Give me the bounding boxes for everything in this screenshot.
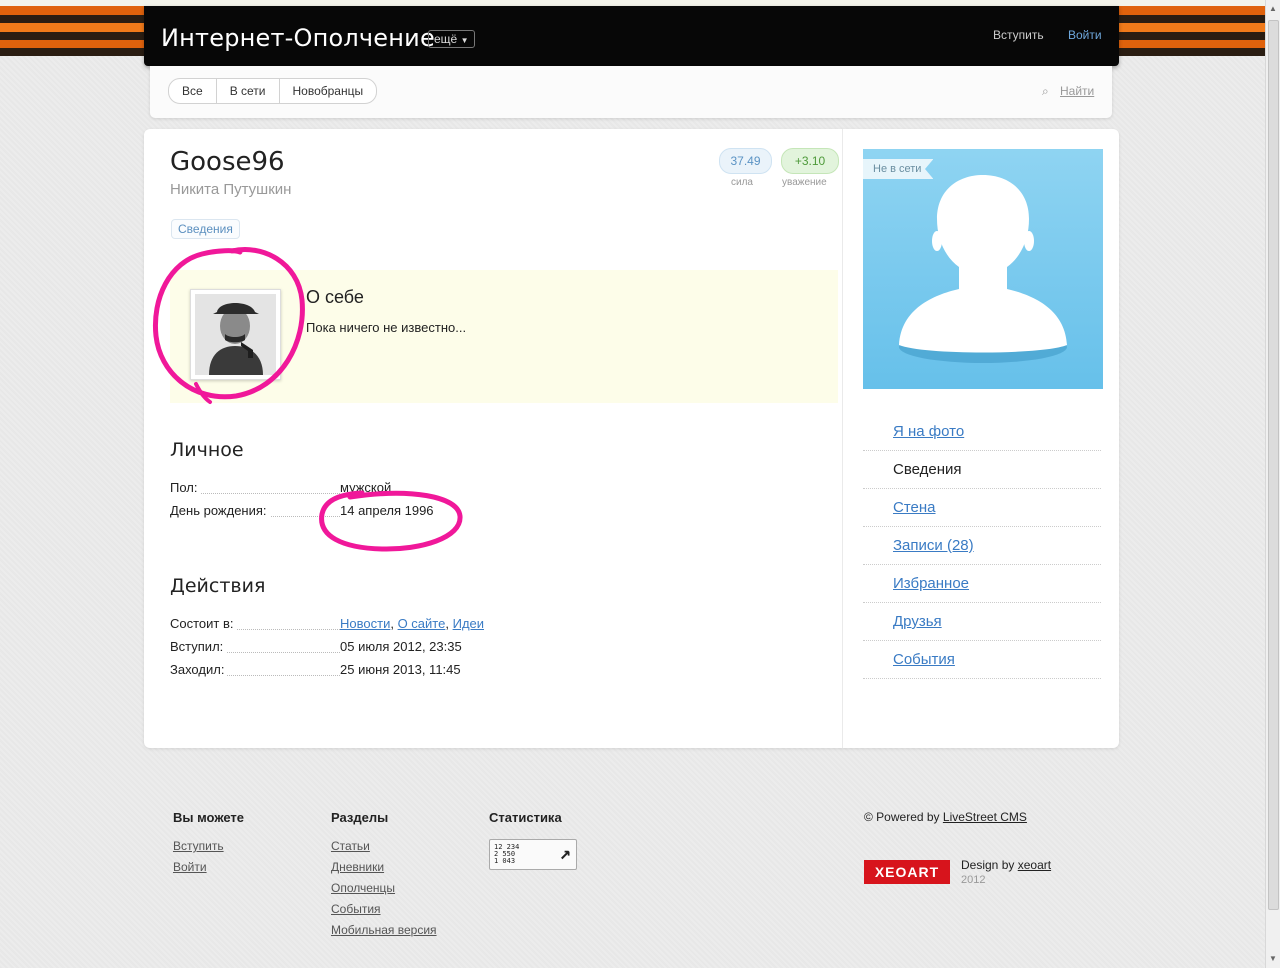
column-divider xyxy=(842,129,843,748)
scrollbar-thumb[interactable] xyxy=(1268,20,1279,910)
search-link[interactable]: Найти xyxy=(1060,84,1094,98)
menu-item-events[interactable]: События xyxy=(863,641,1101,679)
footer-join-link[interactable]: Вступить xyxy=(173,839,244,853)
strength-badge: 37.49 xyxy=(719,148,772,174)
birthday-value: 14 апреля 1996 xyxy=(340,503,434,518)
livestreet-link[interactable]: LiveStreet CMS xyxy=(943,810,1027,824)
portrait-image xyxy=(195,294,276,375)
people-tabs: Все В сети Новобранцы xyxy=(168,78,378,104)
joined-value: 05 июля 2012, 23:35 xyxy=(340,639,462,654)
site-title[interactable]: Интернет-Ополчение xyxy=(161,24,435,52)
footer-articles-link[interactable]: Статьи xyxy=(331,839,437,853)
design-year: 2012 xyxy=(961,874,986,886)
footer-col-sections-title: Разделы xyxy=(331,810,389,825)
rating-badge[interactable]: +3.10 xyxy=(781,148,839,174)
site-header: Интернет-Ополчение ещё ▼ Вступить Войти xyxy=(144,6,1119,66)
user-photo[interactable] xyxy=(190,289,281,380)
footer-col-stats: Статистика 12 234 2 550 1 043 ↗ xyxy=(489,810,577,870)
menu-item-favourites[interactable]: Избранное xyxy=(863,565,1101,603)
caret-down-icon: ▼ xyxy=(460,36,469,45)
about-text: Пока ничего не известно... xyxy=(306,320,467,335)
footer-mobile-link[interactable]: Мобильная версия xyxy=(331,923,437,937)
footer-people-link[interactable]: Ополченцы xyxy=(331,881,437,895)
xeoart-link[interactable]: xeoart xyxy=(1018,858,1051,872)
more-dropdown-button[interactable]: ещё ▼ xyxy=(428,30,475,48)
offline-status-badge: Не в сети xyxy=(863,159,934,179)
birthday-row: День рождения: 14 апреля 1996 xyxy=(170,503,500,523)
gender-value: мужской xyxy=(340,480,392,495)
footer-col-you-can-title: Вы можете xyxy=(173,810,245,825)
design-by: Design by xeoart xyxy=(961,858,1052,872)
visited-row: Заходил: 25 июня 2013, 11:45 xyxy=(170,662,500,682)
default-avatar-silhouette-icon xyxy=(899,175,1067,363)
search-icon[interactable]: ⌕ xyxy=(1042,84,1049,99)
scroll-up-icon[interactable]: ▲ xyxy=(1269,4,1277,13)
footer-blogs-link[interactable]: Дневники xyxy=(331,860,437,874)
xeoart-logo[interactable]: XEOART xyxy=(864,860,950,884)
footer-events-link[interactable]: События xyxy=(331,902,437,916)
tab-online[interactable]: В сети xyxy=(217,79,280,103)
profile-content: Goose96 Никита Путушкин 37.49 сила +3.10… xyxy=(144,129,1119,748)
joined-label: Вступил: xyxy=(170,639,227,654)
member-of-value: Новости, О сайте, Идеи xyxy=(340,616,485,631)
gender-row: Пол: мужской xyxy=(170,480,500,500)
visit-counter[interactable]: 12 234 2 550 1 043 ↗ xyxy=(489,839,577,870)
rating-label: уважение xyxy=(782,177,827,188)
strength-label: сила xyxy=(731,177,753,188)
menu-item-info: Сведения xyxy=(863,451,1101,489)
tab-newbies[interactable]: Новобранцы xyxy=(280,79,377,103)
scroll-down-icon[interactable]: ▼ xyxy=(1269,954,1277,963)
info-tag[interactable]: Сведения xyxy=(171,219,240,239)
menu-item-wall[interactable]: Стена xyxy=(863,489,1101,527)
member-of-row: Состоит в: Новости, О сайте, Идеи xyxy=(170,616,500,636)
footer-col-stats-title: Статистика xyxy=(489,810,562,825)
counter-line-3: 1 043 xyxy=(494,857,516,865)
footer-login-link[interactable]: Войти xyxy=(173,860,244,874)
blog-link-news[interactable]: Новости xyxy=(340,616,390,631)
vertical-scrollbar[interactable]: ▲ ▼ xyxy=(1265,0,1280,968)
menu-item-friends[interactable]: Друзья xyxy=(863,603,1101,641)
profile-login: Goose96 xyxy=(170,147,285,177)
powered-by: © Powered by LiveStreet CMS xyxy=(864,810,1027,824)
profile-real-name: Никита Путушкин xyxy=(170,181,292,198)
join-link[interactable]: Вступить xyxy=(993,28,1044,42)
login-link[interactable]: Войти xyxy=(1068,28,1102,42)
menu-item-photos[interactable]: Я на фото xyxy=(863,413,1101,451)
arrow-up-right-icon: ↗ xyxy=(559,842,571,864)
visited-value: 25 июня 2013, 11:45 xyxy=(340,662,461,677)
about-title: О себе xyxy=(306,287,364,307)
blog-link-ideas[interactable]: Идеи xyxy=(453,616,484,631)
birthday-label: День рождения: xyxy=(170,503,270,518)
blog-link-about[interactable]: О сайте xyxy=(398,616,446,631)
tab-all[interactable]: Все xyxy=(169,79,217,103)
profile-sidebar-menu: Я на фото Сведения Стена Записи (28) Изб… xyxy=(863,413,1101,679)
gender-label: Пол: xyxy=(170,480,201,495)
joined-row: Вступил: 05 июля 2012, 23:35 xyxy=(170,639,500,659)
menu-item-posts[interactable]: Записи (28) xyxy=(863,527,1101,565)
people-subnav: Все В сети Новобранцы ⌕ Найти xyxy=(150,66,1112,118)
profile-avatar[interactable]: Не в сети xyxy=(863,149,1103,389)
actions-section-title: Действия xyxy=(170,575,266,597)
personal-section-title: Личное xyxy=(170,439,244,461)
footer-col-you-can: Вы можете Вступить Войти xyxy=(173,810,244,881)
more-label: ещё xyxy=(434,32,458,46)
footer-col-sections: Разделы Статьи Дневники Ополченцы Событи… xyxy=(331,810,437,944)
member-of-label: Состоит в: xyxy=(170,616,237,631)
visited-label: Заходил: xyxy=(170,662,228,677)
